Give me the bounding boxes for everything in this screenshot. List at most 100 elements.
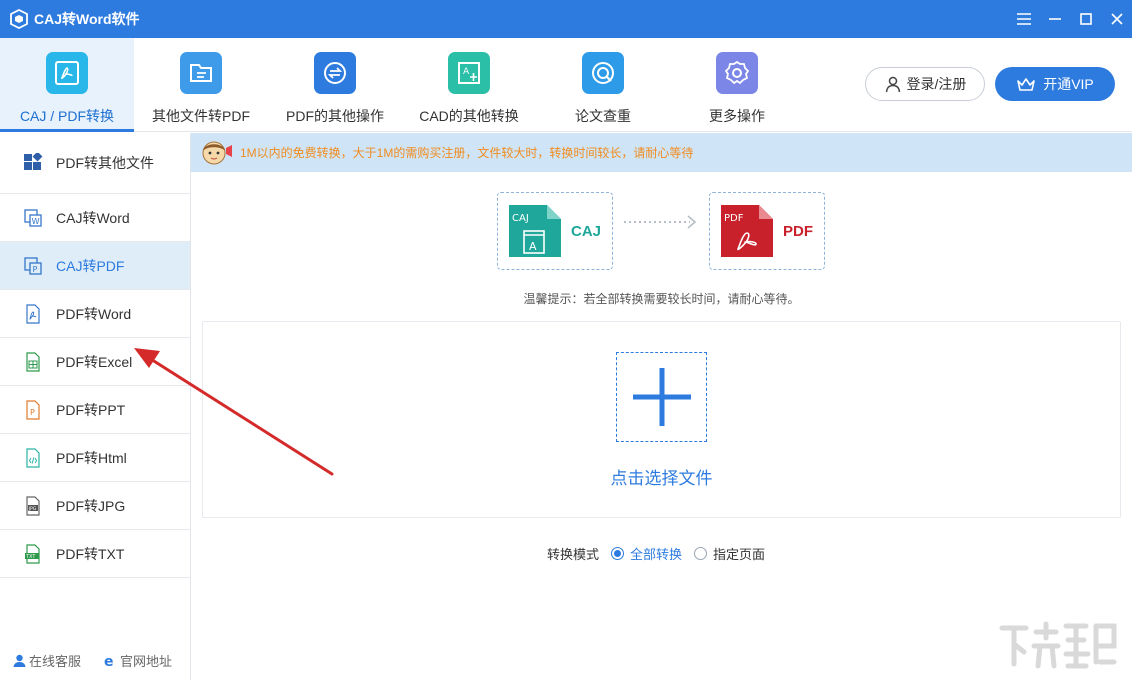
sidebar-item-label: PDF转Excel — [56, 353, 133, 370]
radio-unselected[interactable] — [694, 547, 708, 560]
login-register-label: 登录/注册 — [906, 76, 967, 92]
caj-pdf-icon: P — [23, 256, 43, 276]
website-link[interactable]: e 官网地址 — [103, 651, 172, 670]
main-toolbar: CAJ / PDF转换 其他文件转PDF PDF的其他操作 A CAD的其他转换… — [0, 38, 1132, 132]
svg-text:TXT: TXT — [25, 553, 35, 559]
svg-text:W: W — [32, 217, 40, 226]
sidebar-item-label: PDF转TXT — [56, 545, 125, 562]
pdf-excel-icon — [23, 351, 43, 372]
folder-doc-icon — [180, 52, 222, 94]
sidebar-item-pdf-ppt[interactable]: P PDF转PPT — [0, 386, 190, 434]
user-icon — [885, 76, 900, 93]
sidebar-item-pdf-jpg[interactable]: JPG PDF转JPG — [0, 482, 190, 530]
active-tab-indicator — [0, 129, 134, 132]
tool-label: PDF的其他操作 — [286, 108, 384, 124]
add-file-button[interactable] — [616, 352, 707, 442]
sidebar-item-caj-pdf[interactable]: P CAJ转PDF — [0, 242, 190, 290]
pdf-ppt-icon: P — [23, 399, 43, 420]
mode-option-label: 指定页面 — [713, 547, 766, 562]
tool-cad-convert[interactable]: A CAD的其他转换 — [402, 38, 536, 132]
maximize-icon — [1079, 13, 1092, 25]
pdf-word-icon — [23, 303, 43, 324]
pdf-html-icon — [23, 447, 43, 468]
sidebar-group-label: PDF转其他文件 — [56, 155, 154, 171]
svg-text:P: P — [30, 408, 35, 417]
caj-file-icon: CAJ A — [509, 205, 561, 257]
login-register-button[interactable]: 登录/注册 — [865, 67, 985, 101]
tool-caj-pdf-convert[interactable]: CAJ / PDF转换 — [0, 38, 134, 132]
conversion-tip: 温馨提示：若全部转换需要较长时间，请耐心等待。 — [523, 292, 800, 306]
online-service-link[interactable]: 在线客服 — [12, 651, 81, 670]
search-doc-icon — [582, 52, 624, 94]
tool-label: CAD的其他转换 — [419, 108, 519, 124]
conversion-mode-label: 转换模式 — [547, 547, 600, 562]
sidebar-item-pdf-word[interactable]: PDF转Word — [0, 290, 190, 338]
open-vip-button[interactable]: 开通VIP — [995, 67, 1115, 101]
browser-e-icon: e — [104, 654, 114, 668]
open-vip-label: 开通VIP — [1043, 76, 1094, 92]
tool-paper-check[interactable]: 论文查重 — [536, 38, 670, 132]
target-format-label: PDF — [783, 222, 813, 240]
close-icon — [1110, 13, 1123, 25]
sidebar-item-label: PDF转PPT — [56, 401, 126, 418]
target-format-card: PDF PDF — [709, 192, 825, 270]
svg-text:P: P — [33, 265, 38, 274]
tool-label: 论文查重 — [575, 108, 631, 124]
source-format-card: CAJ A CAJ — [497, 192, 613, 270]
sidebar-item-label: CAJ转PDF — [56, 257, 125, 274]
mode-option-pages[interactable]: 指定页面 — [694, 544, 765, 563]
swap-icon — [314, 52, 356, 94]
tool-label: CAJ / PDF转换 — [19, 108, 115, 124]
sidebar-item-pdf-html[interactable]: PDF转Html — [0, 434, 190, 482]
mode-option-all[interactable]: 全部转换 — [611, 544, 682, 563]
pdf-jpg-icon: JPG — [23, 495, 43, 516]
minimize-icon — [1048, 18, 1061, 20]
tool-label: 其他文件转PDF — [152, 108, 250, 124]
customer-service-icon — [13, 654, 26, 667]
source-format-badge: CAJ — [512, 213, 529, 224]
title-bar: CAJ转Word软件 — [0, 0, 1132, 38]
caj-word-icon: W — [23, 208, 43, 228]
sidebar-item-caj-word[interactable]: W CAJ转Word — [0, 194, 190, 242]
hamburger-menu-icon — [1016, 13, 1031, 25]
svg-text:JPG: JPG — [28, 505, 37, 511]
source-format-label: CAJ — [571, 222, 602, 240]
svg-text:A: A — [529, 240, 537, 253]
sidebar-item-pdf-excel[interactable]: PDF转Excel — [0, 338, 190, 386]
window-title: CAJ转Word软件 — [34, 11, 140, 27]
menu-button[interactable] — [1008, 0, 1039, 38]
target-format-badge: PDF — [724, 213, 744, 224]
sidebar-item-label: PDF转Html — [56, 449, 127, 466]
pdf-txt-icon: TXT — [23, 543, 43, 564]
grid-apps-icon — [23, 153, 43, 173]
conversion-mode: 转换模式 全部转换 指定页面 — [547, 544, 765, 563]
sidebar-group-pdf-to-other[interactable]: PDF转其他文件 — [0, 133, 190, 194]
choose-file-label[interactable]: 点击选择文件 — [203, 464, 1120, 489]
sidebar-item-label: PDF转JPG — [56, 497, 126, 514]
cad-icon: A — [448, 52, 490, 94]
svg-text:e: e — [104, 654, 114, 668]
tool-more-ops[interactable]: 更多操作 — [670, 38, 804, 132]
mode-option-label: 全部转换 — [630, 547, 683, 562]
watermark-logo — [999, 621, 1117, 669]
sidebar-item-pdf-txt[interactable]: TXT PDF转TXT — [0, 530, 190, 578]
file-drop-zone[interactable]: 点击选择文件 — [202, 321, 1121, 518]
radio-selected[interactable] — [611, 547, 625, 560]
app-logo-icon — [10, 9, 28, 29]
notice-text: 1M以内的免费转换，大于1M的需购买注册，文件较大时，转换时间较长，请耐心等待 — [240, 146, 694, 160]
minimize-button[interactable] — [1039, 0, 1070, 38]
sidebar-item-label: CAJ转Word — [56, 209, 130, 226]
tool-other-to-pdf[interactable]: 其他文件转PDF — [134, 38, 268, 132]
close-button[interactable] — [1101, 0, 1132, 38]
sidebar: PDF转其他文件 W CAJ转Word P CAJ转PDF PDF转Word P… — [0, 133, 191, 680]
tool-pdf-other-ops[interactable]: PDF的其他操作 — [268, 38, 402, 132]
mascot-icon — [202, 141, 232, 164]
maximize-button[interactable] — [1070, 0, 1101, 38]
sidebar-footer: 在线客服 e 官网地址 — [0, 651, 190, 670]
conversion-arrow-icon — [624, 215, 697, 229]
website-label: 官网地址 — [120, 654, 173, 669]
crown-icon — [1017, 78, 1036, 91]
notice-bar: 1M以内的免费转换，大于1M的需购买注册，文件较大时，转换时间较长，请耐心等待 — [191, 133, 1132, 172]
plus-icon — [632, 368, 691, 426]
svg-text:A: A — [463, 67, 470, 77]
